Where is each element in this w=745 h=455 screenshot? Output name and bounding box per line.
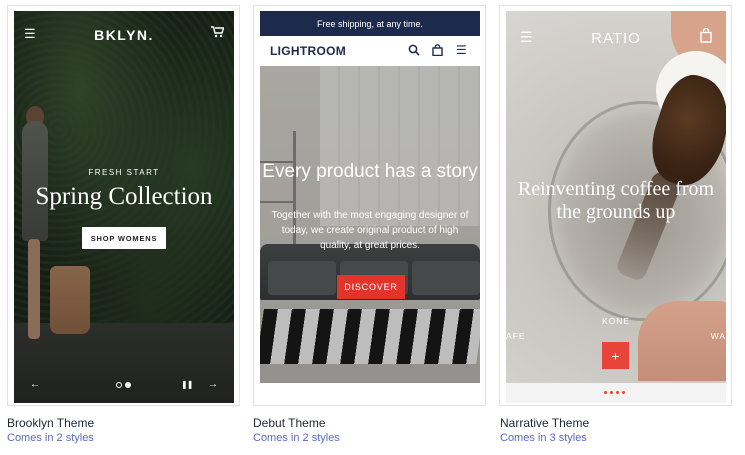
arrow-left-icon[interactable]: ← xyxy=(30,379,40,390)
theme-preview-narrative[interactable]: ☰ RATIO Reinventing coffee from the grou… xyxy=(506,11,726,403)
cart-icon[interactable] xyxy=(211,26,225,40)
hero-image: Every product has a story Together with … xyxy=(260,66,480,383)
bag-icon[interactable] xyxy=(700,27,712,45)
slide-dot[interactable] xyxy=(622,391,625,394)
product-label-left: AFE xyxy=(506,331,526,341)
theme-card-brooklyn[interactable]: ☰ BKLYN. FRESH START Spring Collection S… xyxy=(7,5,240,406)
theme-card-debut[interactable]: Free shipping, at any time. LIGHTROOM ☰ xyxy=(253,5,486,406)
search-icon[interactable] xyxy=(408,44,420,58)
pause-icon[interactable]: ❚❚ xyxy=(181,380,193,389)
theme-styles-debut[interactable]: Comes in 2 styles xyxy=(253,432,340,444)
bag-icon[interactable] xyxy=(432,44,443,58)
slide-dot[interactable] xyxy=(604,391,607,394)
arrow-right-icon[interactable]: → xyxy=(208,379,218,390)
hero-headline: Spring Collection xyxy=(35,183,213,210)
slide-dot[interactable] xyxy=(116,382,122,388)
slideshow-controls: ← ❚❚ → xyxy=(14,379,234,393)
add-button[interactable]: + xyxy=(602,342,629,369)
store-logo[interactable]: LIGHTROOM xyxy=(270,44,346,58)
store-header: LIGHTROOM ☰ xyxy=(260,36,480,66)
theme-styles-brooklyn[interactable]: Comes in 2 styles xyxy=(7,432,94,444)
shop-womens-button[interactable]: SHOP WOMENS xyxy=(82,227,166,249)
hero-headline: Reinventing coffee from the grounds up xyxy=(517,178,715,223)
hero-subtext: Together with the most engaging designer… xyxy=(271,210,469,251)
slide-dot[interactable] xyxy=(616,391,619,394)
hero-eyebrow: FRESH START xyxy=(88,168,160,177)
store-logo[interactable]: RATIO xyxy=(506,30,726,47)
announcement-bar: Free shipping, at any time. xyxy=(260,11,480,36)
store-logo[interactable]: BKLYN. xyxy=(14,27,234,43)
hero-headline: Every product has a story xyxy=(262,161,478,182)
slide-dot-active[interactable] xyxy=(125,382,131,388)
theme-styles-narrative[interactable]: Comes in 3 styles xyxy=(500,432,587,444)
theme-card-narrative[interactable]: ☰ RATIO Reinventing coffee from the grou… xyxy=(499,5,732,406)
discover-button[interactable]: DISCOVER xyxy=(337,275,405,299)
theme-preview-brooklyn[interactable]: ☰ BKLYN. FRESH START Spring Collection S… xyxy=(14,11,234,403)
theme-name-debut[interactable]: Debut Theme xyxy=(253,416,326,430)
theme-name-brooklyn[interactable]: Brooklyn Theme xyxy=(7,416,94,430)
product-label-right: WA xyxy=(710,331,726,341)
theme-name-narrative[interactable]: Narrative Theme xyxy=(500,416,589,430)
product-label: KONE xyxy=(601,316,631,326)
slide-dot[interactable] xyxy=(610,391,613,394)
theme-preview-debut[interactable]: Free shipping, at any time. LIGHTROOM ☰ xyxy=(260,11,480,383)
menu-icon[interactable]: ☰ xyxy=(456,44,467,56)
hand-image xyxy=(638,301,726,381)
